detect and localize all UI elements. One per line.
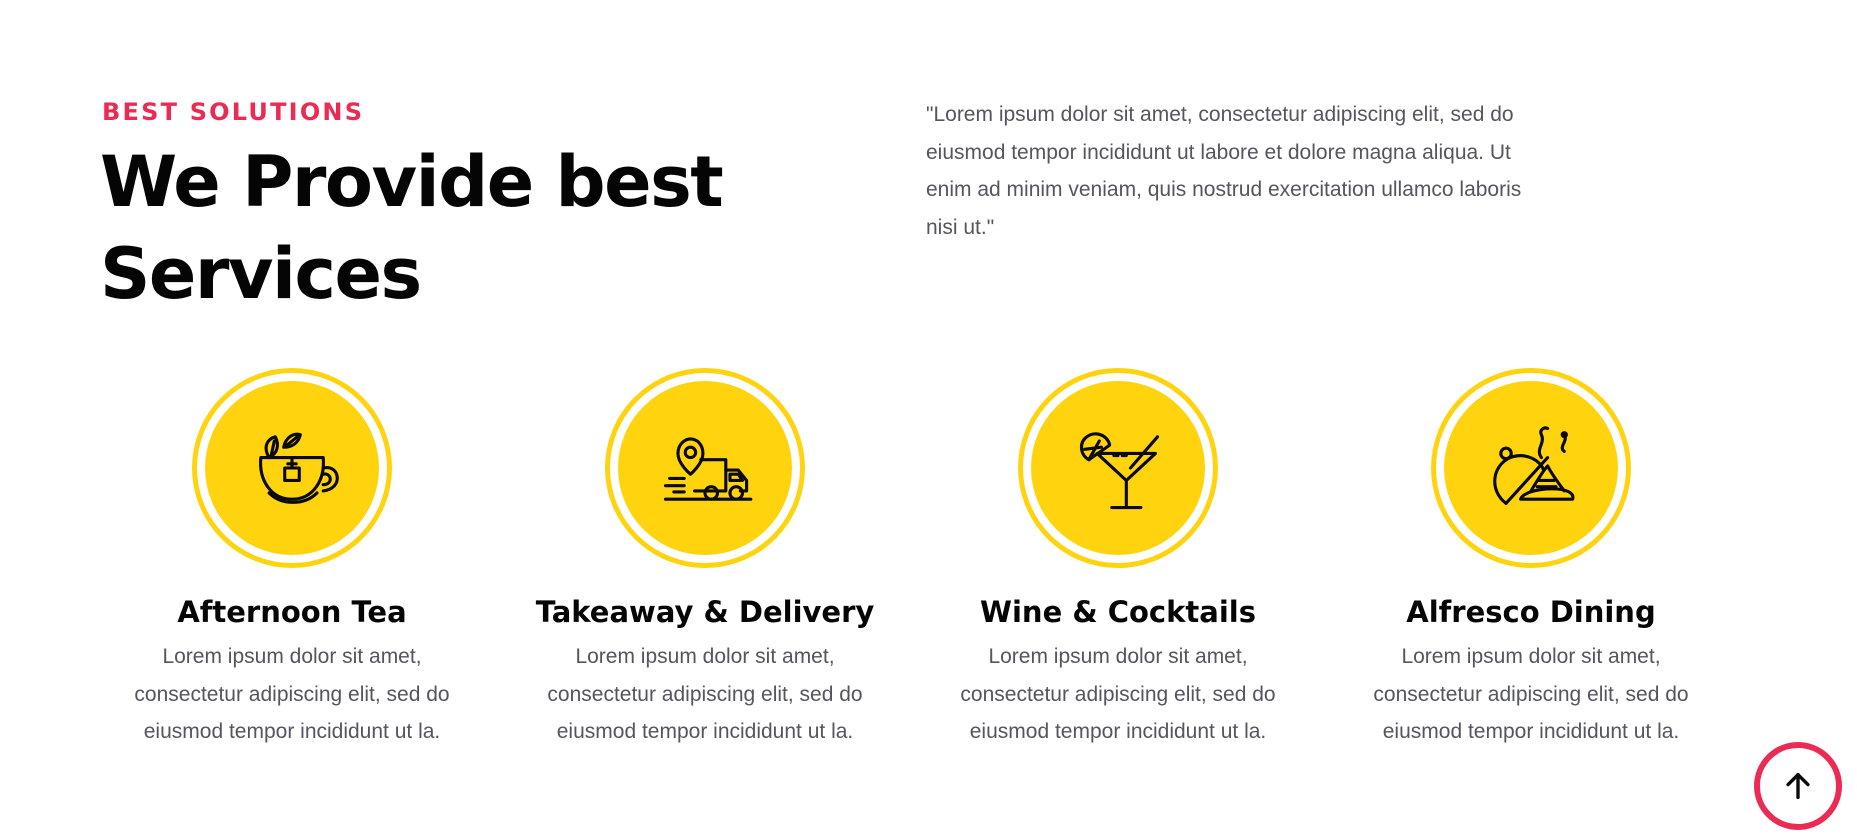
cocktail-glass-icon: [1080, 432, 1160, 510]
service-title: Afternoon Tea: [177, 595, 407, 629]
service-title: Alfresco Dining: [1406, 595, 1656, 629]
service-card-alfresco-dining: Alfresco Dining Lorem ipsum dolor sit am…: [1321, 368, 1741, 751]
intro-line: eiusmod tempor incididunt ut labore et d…: [926, 140, 1511, 164]
service-description-line: eiusmod tempor incididunt ut la.: [556, 720, 854, 743]
service-description-line: Lorem ipsum dolor sit amet,: [1401, 645, 1661, 668]
service-description: Lorem ipsum dolor sit amet, consectetur …: [515, 638, 895, 751]
service-badge: [1431, 368, 1631, 568]
service-description: Lorem ipsum dolor sit amet, consectetur …: [928, 638, 1308, 751]
service-card-takeaway-delivery: Takeaway & Delivery Lorem ipsum dolor si…: [495, 368, 915, 751]
section-title-line-2: Services: [100, 233, 422, 315]
service-badge: [192, 368, 392, 568]
intro-line: nisi ut.": [926, 215, 995, 239]
services-section: BEST SOLUTIONS We Provide best Services …: [0, 0, 1857, 836]
section-title-line-1: We Provide best: [100, 141, 724, 223]
service-description-line: Lorem ipsum dolor sit amet,: [988, 645, 1248, 668]
service-description-line: Lorem ipsum dolor sit amet,: [162, 645, 422, 668]
service-description-line: consectetur adipiscing elit, sed do: [1373, 682, 1689, 706]
section-intro: "Lorem ipsum dolor sit amet, consectetur…: [926, 96, 1586, 246]
service-badge: [605, 368, 805, 568]
service-title: Wine & Cocktails: [980, 595, 1256, 629]
service-description-line: eiusmod tempor incididunt ut la.: [969, 720, 1267, 743]
service-description-line: Lorem ipsum dolor sit amet,: [575, 645, 835, 668]
intro-line: "Lorem ipsum dolor sit amet, consectetur…: [926, 103, 1514, 126]
food-plate-icon: [1493, 426, 1575, 505]
tea-cup-icon: [259, 432, 339, 504]
service-card-afternoon-tea: Afternoon Tea Lorem ipsum dolor sit amet…: [82, 368, 502, 751]
service-description: Lorem ipsum dolor sit amet, consectetur …: [1341, 638, 1721, 751]
service-description-line: consectetur adipiscing elit, sed do: [134, 682, 450, 706]
section-title: We Provide best Services: [100, 136, 860, 320]
service-title: Takeaway & Delivery: [535, 595, 875, 629]
service-description-line: eiusmod tempor incididunt ut la.: [143, 720, 441, 743]
scroll-to-top-button[interactable]: [1754, 742, 1842, 830]
arrow-up-icon: [1786, 772, 1810, 800]
service-description: Lorem ipsum dolor sit amet, consectetur …: [102, 638, 482, 751]
service-badge: [1018, 368, 1218, 568]
service-description-line: consectetur adipiscing elit, sed do: [547, 682, 863, 706]
section-eyebrow: BEST SOLUTIONS: [102, 98, 365, 126]
intro-line: enim ad minim veniam, quis nostrud exerc…: [926, 178, 1522, 201]
service-description-line: consectetur adipiscing elit, sed do: [960, 682, 1276, 706]
delivery-truck-icon: [663, 437, 753, 501]
service-description-line: eiusmod tempor incididunt ut la.: [1382, 720, 1680, 743]
service-card-wine-cocktails: Wine & Cocktails Lorem ipsum dolor sit a…: [908, 368, 1328, 751]
